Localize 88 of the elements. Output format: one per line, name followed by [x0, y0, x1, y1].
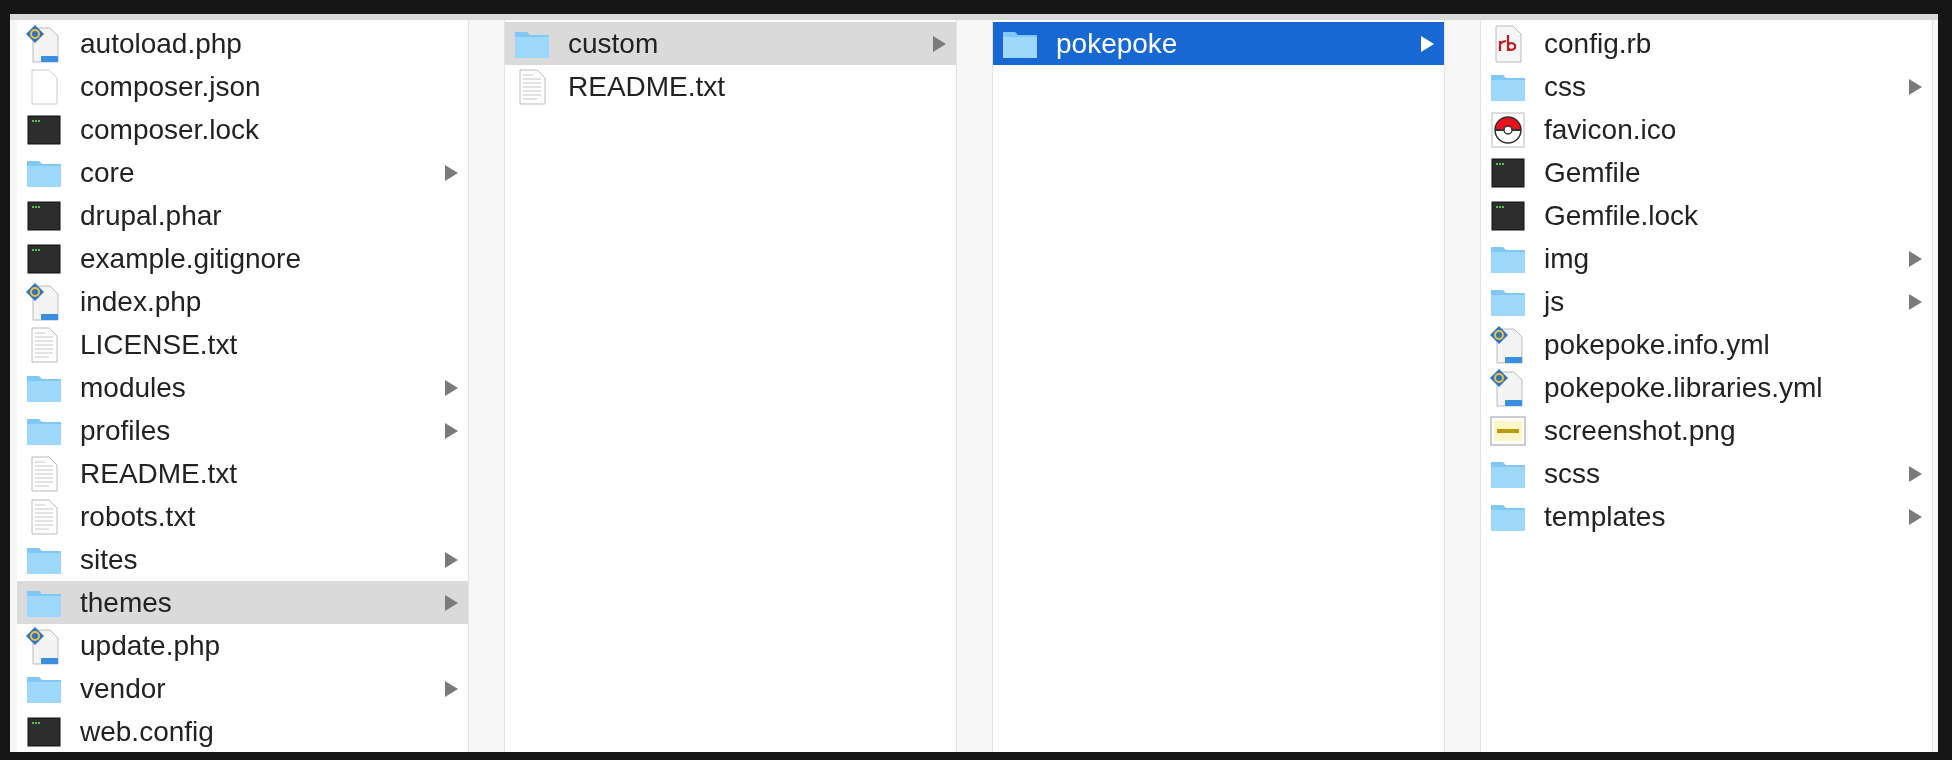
file-name: web.config [80, 715, 215, 748]
file-name: pokepoke.libraries.yml [1544, 371, 1824, 404]
disclosure-arrow-icon[interactable] [445, 164, 458, 181]
file-name: screenshot.png [1544, 414, 1737, 447]
script-file-icon [1490, 324, 1526, 365]
file-row[interactable]: scss [1481, 452, 1932, 495]
file-name: modules [80, 371, 187, 404]
disclosure-arrow-icon[interactable] [1909, 250, 1922, 267]
disclosure-arrow-icon[interactable] [1909, 293, 1922, 310]
file-name: example.gitignore [80, 242, 303, 275]
file-name: scss [1544, 457, 1601, 490]
file-name: custom [568, 27, 660, 60]
disclosure-arrow-icon[interactable] [445, 422, 458, 439]
terminal-icon [1490, 157, 1526, 188]
file-row[interactable]: core [17, 151, 468, 194]
terminal-icon [26, 716, 62, 747]
file-row[interactable]: drupal.phar [17, 194, 468, 237]
file-row[interactable]: composer.json [17, 65, 468, 108]
file-row[interactable]: autoload.php [17, 22, 468, 65]
file-row[interactable]: templates [1481, 495, 1932, 538]
script-file-icon [1490, 367, 1526, 408]
file-name: README.txt [568, 70, 727, 103]
file-name: drupal.phar [80, 199, 223, 232]
file-row[interactable]: pokepoke.info.yml [1481, 323, 1932, 366]
file-name: js [1544, 285, 1566, 318]
file-name: css [1544, 70, 1587, 103]
file-row[interactable]: index.php [17, 280, 468, 323]
file-name: robots.txt [80, 500, 197, 533]
file-row[interactable]: js [1481, 280, 1932, 323]
disclosure-arrow-icon[interactable] [1909, 465, 1922, 482]
file-name: update.php [80, 629, 222, 662]
file-row[interactable]: composer.lock [17, 108, 468, 151]
script-file-icon [26, 281, 62, 322]
file-row[interactable]: sites [17, 538, 468, 581]
file-row[interactable]: README.txt [505, 65, 956, 108]
file-name: templates [1544, 500, 1667, 533]
file-name: vendor [80, 672, 167, 705]
file-row[interactable]: screenshot.png [1481, 409, 1932, 452]
terminal-icon [26, 114, 62, 145]
file-row[interactable]: vendor [17, 667, 468, 710]
file-row[interactable]: themes [17, 581, 468, 624]
file-row[interactable]: README.txt [17, 452, 468, 495]
file-name: pokepoke [1056, 27, 1179, 60]
file-row[interactable]: css [1481, 65, 1932, 108]
disclosure-arrow-icon[interactable] [445, 594, 458, 611]
disclosure-arrow-icon[interactable] [445, 379, 458, 396]
file-row[interactable]: favicon.ico [1481, 108, 1932, 151]
disclosure-arrow-icon[interactable] [1909, 508, 1922, 525]
file-name: pokepoke.info.yml [1544, 328, 1771, 361]
file-name: README.txt [80, 457, 239, 490]
file-name: index.php [80, 285, 203, 318]
disclosure-arrow-icon[interactable] [445, 551, 458, 568]
file-row[interactable]: modules [17, 366, 468, 409]
file-name: Gemfile [1544, 156, 1642, 189]
file-row[interactable]: img [1481, 237, 1932, 280]
file-row[interactable]: profiles [17, 409, 468, 452]
file-row[interactable]: robots.txt [17, 495, 468, 538]
file-name: themes [80, 586, 173, 619]
file-row[interactable]: pokepoke.libraries.yml [1481, 366, 1932, 409]
disclosure-arrow-icon[interactable] [445, 680, 458, 697]
file-name: img [1544, 242, 1591, 275]
file-name: core [80, 156, 136, 189]
terminal-icon [26, 243, 62, 274]
file-row[interactable]: LICENSE.txt [17, 323, 468, 366]
file-name: composer.json [80, 70, 262, 103]
terminal-icon [26, 200, 62, 231]
file-name: config.rb [1544, 27, 1653, 60]
file-row[interactable]: Gemfile.lock [1481, 194, 1932, 237]
image-file-icon [1490, 414, 1526, 447]
file-row[interactable]: Gemfile [1481, 151, 1932, 194]
file-name: Gemfile.lock [1544, 199, 1700, 232]
file-name: composer.lock [80, 113, 260, 146]
file-name: autoload.php [80, 27, 243, 60]
file-name: sites [80, 543, 139, 576]
disclosure-arrow-icon[interactable] [1909, 78, 1922, 95]
file-name: LICENSE.txt [80, 328, 239, 361]
file-row[interactable]: config.rb [1481, 22, 1932, 65]
file-row[interactable]: pokepoke [993, 22, 1444, 65]
file-row[interactable]: example.gitignore [17, 237, 468, 280]
file-name: profiles [80, 414, 172, 447]
script-file-icon [26, 23, 62, 64]
terminal-icon [1490, 200, 1526, 231]
disclosure-arrow-icon[interactable] [933, 35, 946, 52]
file-row[interactable]: update.php [17, 624, 468, 667]
file-name: favicon.ico [1544, 113, 1678, 146]
file-row[interactable]: custom [505, 22, 956, 65]
script-file-icon [26, 625, 62, 666]
file-row[interactable]: web.config [17, 710, 468, 753]
